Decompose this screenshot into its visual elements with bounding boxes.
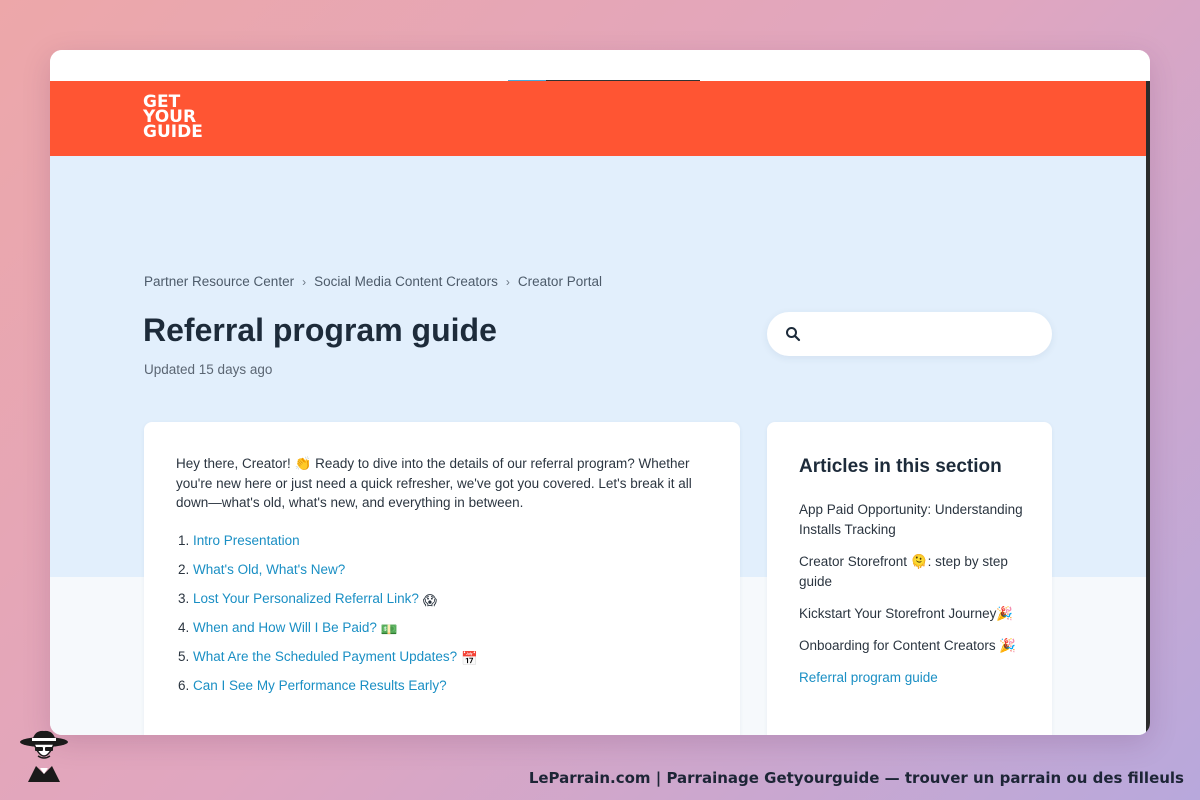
search-icon	[786, 327, 801, 342]
toc-item: 6. Can I See My Performance Results Earl…	[178, 677, 478, 706]
toc-item: 2. What's Old, What's New?	[178, 561, 478, 590]
toc-link-whats-old-whats-new[interactable]: What's Old, What's New?	[193, 562, 345, 577]
site-header: GET YOUR GUIDE	[50, 81, 1146, 156]
page-title: Referral program guide	[143, 312, 497, 348]
sidebar-item-referral-program-guide[interactable]: Referral program guide	[799, 668, 1029, 688]
parrain-mascot-icon	[20, 730, 68, 782]
sidebar-item-creator-storefront[interactable]: Creator Storefront 🫠: step by step guide	[799, 552, 1029, 592]
toc-item: 1. Intro Presentation	[178, 532, 478, 561]
breadcrumb-separator: ›	[505, 274, 510, 289]
toc-number: 4.	[178, 620, 190, 635]
search-box[interactable]	[767, 312, 1052, 356]
toc-number: 1.	[178, 533, 190, 548]
article-intro: Hey there, Creator! 👏 Ready to dive into…	[176, 456, 692, 510]
logo-line-3: GUIDE	[143, 122, 203, 142]
toc-number: 3.	[178, 591, 190, 606]
browser-top-strip	[50, 50, 1150, 81]
breadcrumb: Partner Resource Center › Social Media C…	[144, 274, 602, 289]
calendar-emoji-icon: 📅	[461, 651, 479, 666]
toc-link-performance-results[interactable]: Can I See My Performance Results Early?	[193, 678, 447, 693]
breadcrumb-item-partner-resource-center[interactable]: Partner Resource Center	[144, 274, 294, 289]
sidebar-item-app-paid-opportunity[interactable]: App Paid Opportunity: Understanding Inst…	[799, 500, 1029, 540]
sidebar-article-list: App Paid Opportunity: Understanding Inst…	[799, 500, 1029, 700]
toc-number: 6.	[178, 678, 190, 693]
sidebar-item-kickstart-storefront[interactable]: Kickstart Your Storefront Journey🎉	[799, 604, 1029, 624]
breadcrumb-separator: ›	[302, 274, 307, 289]
search-input[interactable]	[809, 318, 1043, 350]
toc-link-scheduled-payment-updates[interactable]: What Are the Scheduled Payment Updates?	[193, 649, 457, 664]
toc-link-lost-referral-link[interactable]: Lost Your Personalized Referral Link?	[193, 591, 419, 606]
articles-sidebar: Articles in this section App Paid Opport…	[767, 422, 1052, 735]
money-emoji-icon: 💵	[380, 622, 398, 637]
browser-window: GET YOUR GUIDE Partner Resource Center ›…	[50, 50, 1150, 735]
sidebar-heading: Articles in this section	[799, 456, 1002, 477]
toc-number: 2.	[178, 562, 190, 577]
article-card: Hey there, Creator! 👏 Ready to dive into…	[144, 422, 740, 735]
table-of-contents: 1. Intro Presentation 2. What's Old, Wha…	[178, 532, 478, 706]
toc-item: 4. When and How Will I Be Paid? 💵	[178, 619, 478, 648]
updated-timestamp: Updated 15 days ago	[144, 362, 273, 377]
toc-link-when-paid[interactable]: When and How Will I Be Paid?	[193, 620, 377, 635]
toc-item: 3. Lost Your Personalized Referral Link?…	[178, 590, 478, 619]
scrollbar[interactable]	[1146, 81, 1150, 735]
toc-item: 5. What Are the Scheduled Payment Update…	[178, 648, 478, 677]
scream-emoji-icon: 😱	[422, 593, 437, 608]
breadcrumb-item-creator-portal[interactable]: Creator Portal	[518, 274, 602, 289]
getyourguide-logo[interactable]: GET YOUR GUIDE	[143, 94, 203, 142]
breadcrumb-item-social-media[interactable]: Social Media Content Creators	[314, 274, 498, 289]
toc-link-intro-presentation[interactable]: Intro Presentation	[193, 533, 300, 548]
toc-number: 5.	[178, 649, 190, 664]
sidebar-item-onboarding-creators[interactable]: Onboarding for Content Creators 🎉	[799, 636, 1029, 656]
footer-caption: LeParrain.com | Parrainage Getyourguide …	[528, 769, 1184, 787]
